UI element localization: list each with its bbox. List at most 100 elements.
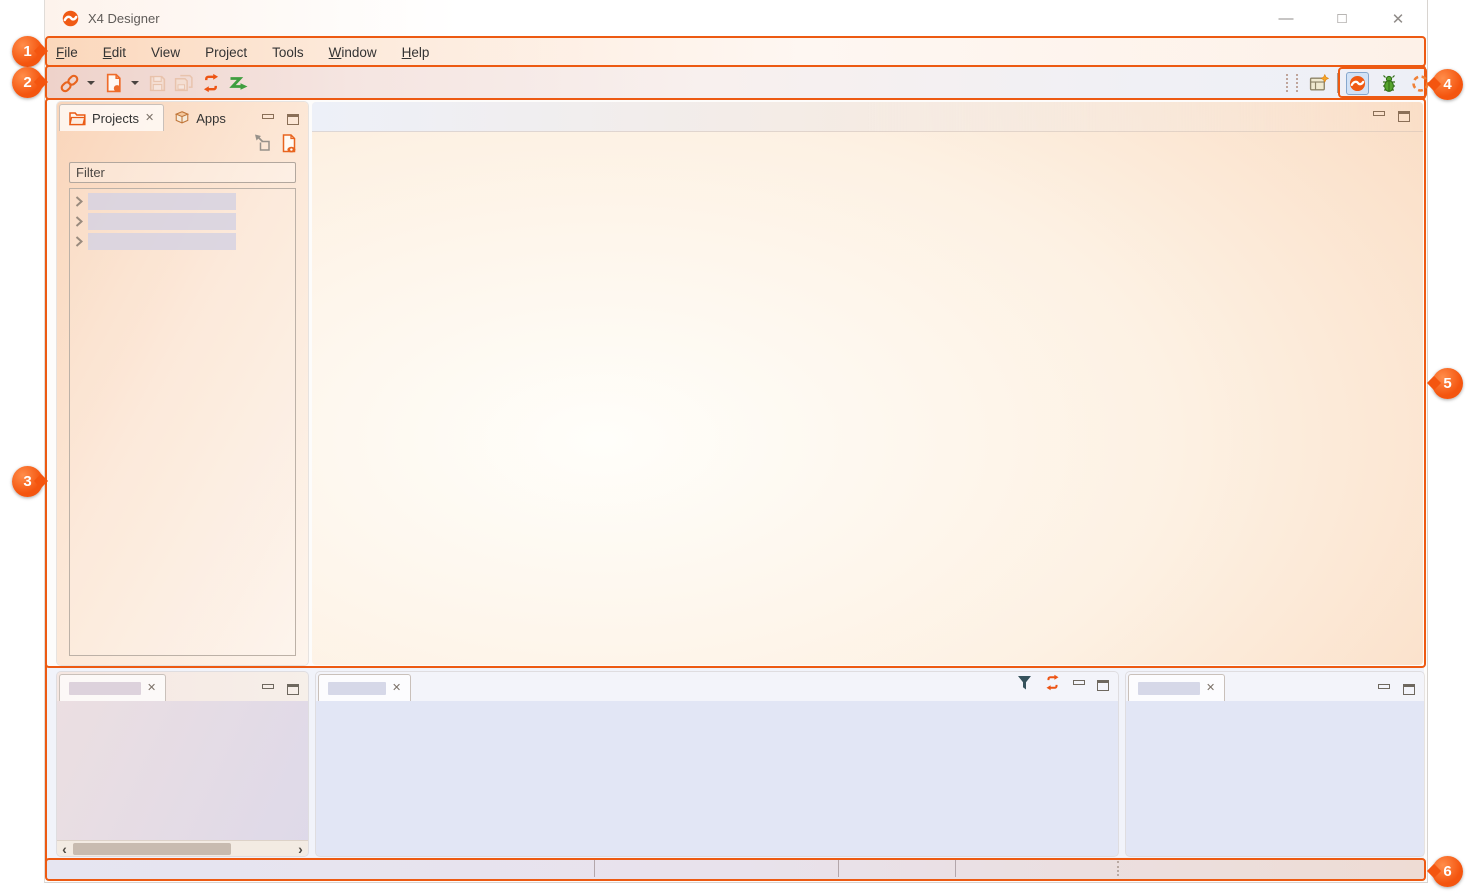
window-close-button[interactable]: ✕ [1387, 10, 1409, 28]
title-bar: X4 Designer — □ ✕ [45, 0, 1427, 37]
new-file-icon[interactable] [102, 72, 124, 94]
x4-perspective-icon [1349, 75, 1366, 92]
tab-close-icon[interactable]: ✕ [1206, 682, 1215, 694]
connect-link-icon[interactable] [58, 72, 80, 94]
redacted-project-name [88, 193, 236, 210]
window-title: X4 Designer [88, 11, 160, 26]
callout-badge-editor-area: 5 [1432, 368, 1463, 399]
expand-chevron-icon[interactable] [70, 196, 88, 207]
editor-window-buttons [1373, 111, 1419, 128]
refresh-icon[interactable] [200, 72, 222, 94]
debug-bug-icon[interactable] [1378, 72, 1400, 94]
window-maximize-button[interactable]: □ [1331, 10, 1353, 27]
maximize-view-icon[interactable] [287, 114, 299, 125]
projects-panel-tabstrip: Projects ✕ Apps [57, 102, 308, 131]
projects-panel: Projects ✕ Apps [57, 102, 308, 665]
bottom-middle-toolbar [1017, 674, 1118, 701]
minimize-view-icon[interactable] [1378, 684, 1390, 689]
callout-badge-toolbar: 2 [12, 67, 43, 98]
projects-tree [69, 188, 296, 656]
menu-edit[interactable]: Edit [103, 45, 126, 60]
window-minimize-button[interactable]: — [1275, 10, 1297, 27]
show-closed-projects-icon[interactable] [280, 134, 298, 159]
scrollbar-thumb[interactable] [73, 843, 231, 855]
tab-close-icon[interactable]: ✕ [147, 682, 156, 694]
scroll-right-arrow[interactable]: › [293, 842, 308, 856]
status-bar [45, 858, 1426, 881]
status-divider [838, 860, 839, 877]
maximize-view-icon[interactable] [1403, 684, 1415, 695]
redacted-tab-label [328, 682, 386, 695]
projects-panel-window-buttons [262, 114, 308, 131]
redacted-tab-label [1138, 682, 1200, 695]
apps-cube-icon [174, 110, 190, 126]
toolbar-grip[interactable] [1296, 74, 1298, 92]
status-divider [955, 860, 956, 877]
menu-bar: File Edit View Project Tools Window Help [56, 40, 429, 65]
main-toolbar [58, 69, 249, 97]
minimize-view-icon[interactable] [262, 114, 274, 119]
redacted-project-name [88, 233, 236, 250]
menu-window[interactable]: Window [329, 45, 377, 60]
link-with-editor-icon[interactable] [253, 134, 272, 158]
maximize-view-icon[interactable] [1398, 111, 1410, 122]
app-logo-icon [62, 10, 79, 27]
status-grip[interactable] [1117, 861, 1119, 876]
minimize-view-icon[interactable] [1373, 111, 1385, 116]
menu-tools[interactable]: Tools [272, 45, 304, 60]
tree-row[interactable] [70, 212, 295, 231]
callout-badge-menubar: 1 [12, 36, 43, 67]
bottom-middle-tab[interactable]: ✕ [318, 674, 411, 701]
window-controls: — □ ✕ [1275, 0, 1409, 37]
bottom-left-tab[interactable]: ✕ [59, 674, 166, 701]
status-divider [594, 860, 595, 877]
maximize-view-icon[interactable] [1097, 680, 1109, 691]
minimize-view-icon[interactable] [1073, 680, 1085, 685]
perspective-icon-group [1346, 70, 1431, 96]
bottom-middle-tabstrip: ✕ [316, 672, 1118, 701]
tab-apps[interactable]: Apps [164, 104, 236, 131]
minimize-view-icon[interactable] [262, 684, 274, 689]
toolbar-separator [1337, 73, 1338, 93]
save-icon[interactable] [146, 72, 168, 94]
redacted-project-name [88, 213, 236, 230]
tab-projects[interactable]: Projects ✕ [59, 104, 164, 131]
filter-funnel-icon[interactable] [1017, 675, 1032, 696]
connect-dropdown-caret[interactable] [87, 81, 95, 85]
editor-tabstrip [312, 102, 1423, 132]
x4-perspective-toggle[interactable] [1346, 72, 1369, 95]
expand-chevron-icon[interactable] [70, 236, 88, 247]
deploy-zigzag-icon[interactable] [227, 72, 249, 94]
tab-projects-label: Projects [92, 111, 139, 126]
scroll-left-arrow[interactable]: ‹ [57, 842, 72, 856]
callout-badge-statusbar: 6 [1432, 856, 1463, 887]
bottom-left-window-buttons [262, 684, 308, 701]
bottom-left-tabstrip: ✕ [57, 672, 308, 701]
tree-row[interactable] [70, 232, 295, 251]
refresh-icon[interactable] [1044, 674, 1061, 696]
menu-help[interactable]: Help [402, 45, 430, 60]
save-all-icon[interactable] [173, 72, 195, 94]
menu-view[interactable]: View [151, 45, 180, 60]
bottom-right-tab[interactable]: ✕ [1128, 674, 1225, 701]
tab-close-icon[interactable]: ✕ [145, 112, 154, 124]
toolbar-grip[interactable] [1286, 74, 1288, 92]
folder-icon [69, 111, 86, 126]
horizontal-scrollbar[interactable]: ‹ › [57, 840, 308, 856]
expand-chevron-icon[interactable] [70, 216, 88, 227]
new-file-dropdown-caret[interactable] [131, 81, 139, 85]
editor-area [312, 102, 1423, 665]
tab-apps-label: Apps [196, 111, 226, 126]
tab-close-icon[interactable]: ✕ [392, 682, 401, 694]
filter-input[interactable] [69, 162, 296, 183]
callout-badge-projects-panel: 3 [12, 466, 43, 497]
menu-file[interactable]: File [56, 45, 78, 60]
callout-badge-perspective-icons: 4 [1432, 69, 1463, 100]
open-perspective-icon[interactable] [1308, 72, 1330, 94]
menu-project[interactable]: Project [205, 45, 247, 60]
maximize-view-icon[interactable] [287, 684, 299, 695]
projects-view-toolbar [57, 131, 308, 161]
tree-row[interactable] [70, 192, 295, 211]
redacted-tab-label [69, 682, 141, 695]
bottom-middle-panel: ✕ [316, 672, 1118, 856]
